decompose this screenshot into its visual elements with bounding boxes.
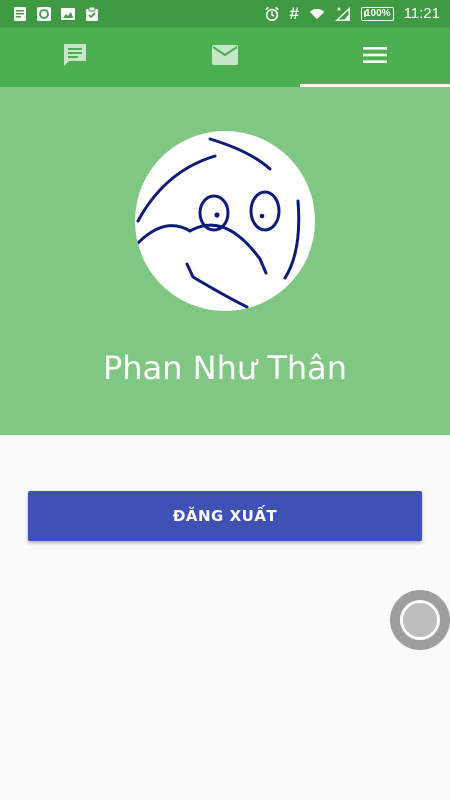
notes-icon <box>12 6 28 22</box>
chat-bubble-icon <box>36 6 52 22</box>
profile-name: Phan Như Thân <box>102 349 348 387</box>
tab-bar <box>0 27 450 87</box>
tab-messages[interactable] <box>0 27 150 87</box>
circle-icon <box>400 600 440 640</box>
floating-assistive-button[interactable] <box>390 590 450 650</box>
status-bar-notifications <box>12 6 100 22</box>
image-icon <box>60 6 76 22</box>
tab-mail[interactable] <box>150 27 300 87</box>
menu-icon <box>362 45 388 70</box>
logout-button[interactable]: ĐĂNG XUẤT <box>28 491 422 541</box>
tab-menu[interactable] <box>300 27 450 87</box>
wifi-icon <box>309 6 325 22</box>
user-doodle-avatar[interactable] <box>135 131 315 311</box>
message-icon <box>60 40 90 75</box>
mail-icon <box>210 42 240 73</box>
clipboard-check-icon <box>84 6 100 22</box>
battery-indicator: 100% <box>360 6 394 21</box>
hash-icon: # <box>289 3 299 23</box>
alarm-icon <box>264 6 280 22</box>
status-time: 11:21 <box>403 5 440 22</box>
status-bar-system: # 100% 11:21 <box>264 4 440 24</box>
profile-header: Phan Như Thân <box>0 87 450 435</box>
battery-level: 100% <box>364 8 391 19</box>
status-bar: # 100% 11:21 <box>0 0 450 27</box>
signal-icon <box>335 6 351 22</box>
